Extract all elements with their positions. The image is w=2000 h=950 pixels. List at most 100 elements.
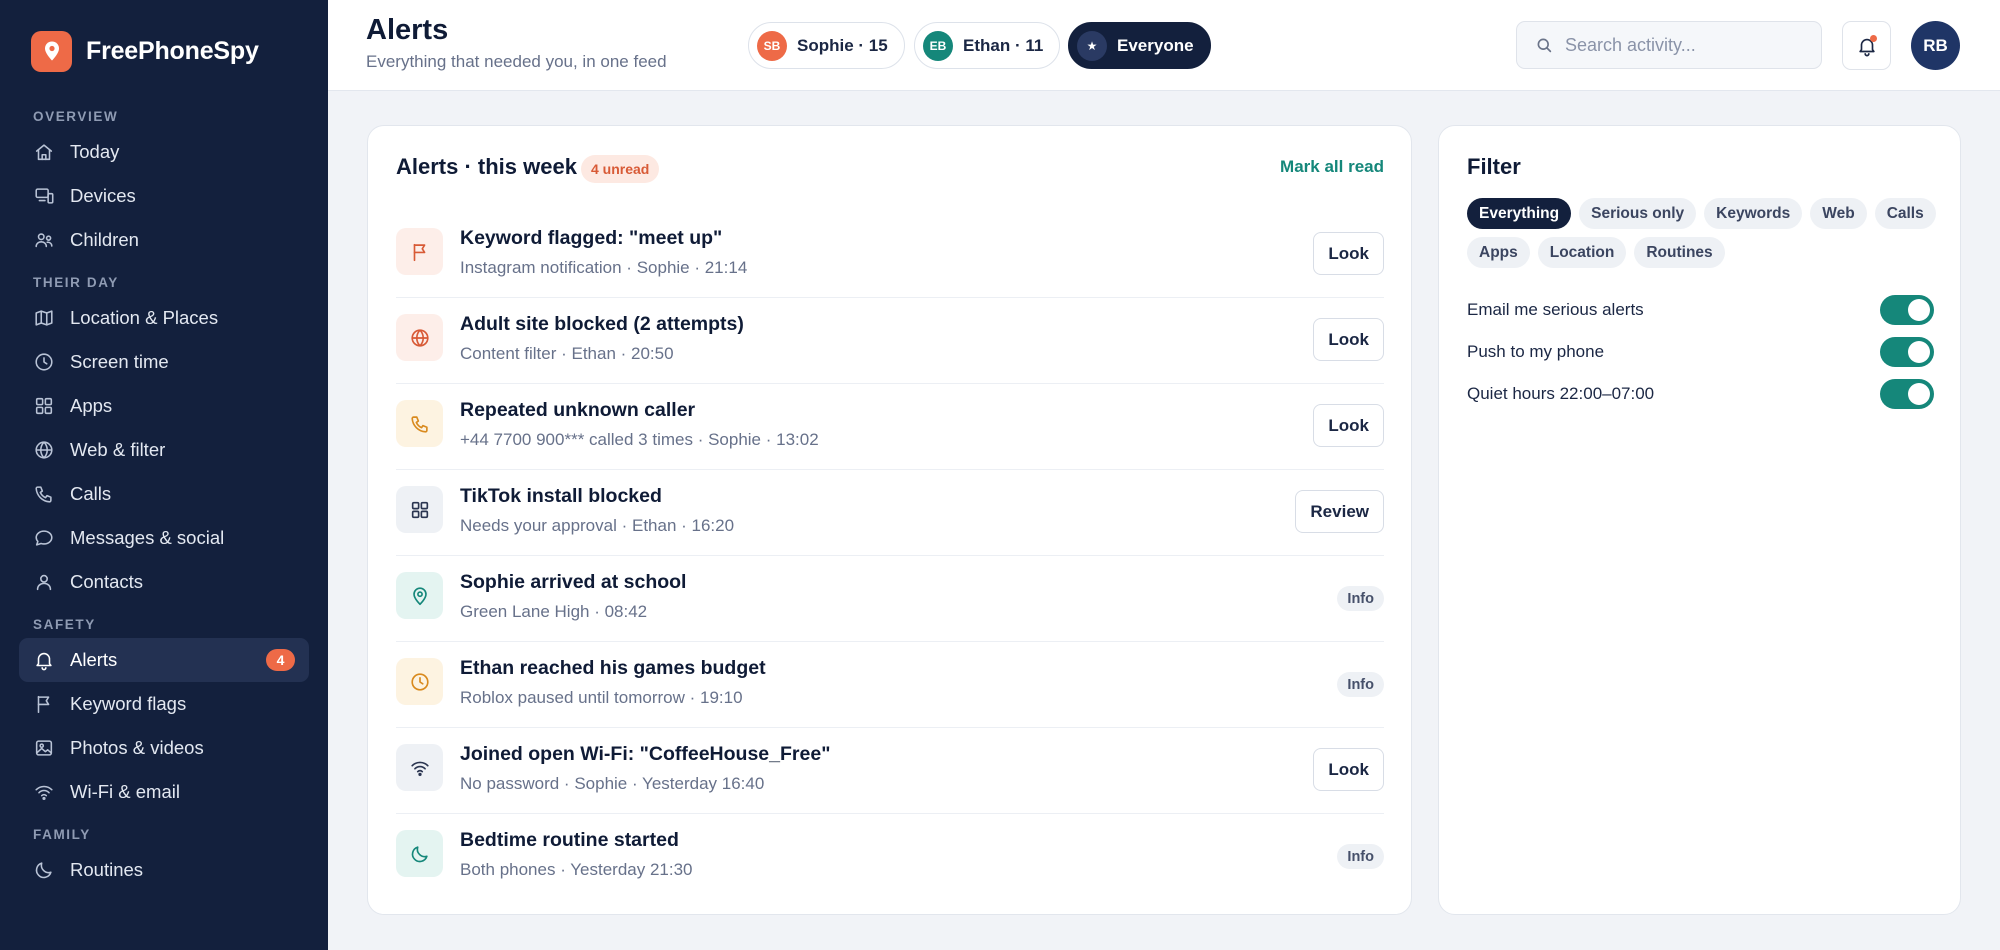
- chat-bubble-icon: [33, 527, 55, 549]
- page-subtitle: Everything that needed you, in one feed: [366, 52, 667, 71]
- wifi-icon: [396, 744, 443, 791]
- sidebar-item-location-places[interactable]: Location & Places: [19, 296, 309, 340]
- search-input[interactable]: [1565, 34, 1805, 56]
- setting-toggle[interactable]: [1880, 379, 1934, 409]
- apps-grid-icon: [396, 486, 443, 533]
- nav-section-title: OVERVIEW: [33, 108, 119, 124]
- alert-row[interactable]: TikTok install blocked Needs your approva…: [396, 470, 1384, 556]
- filter-chip-apps[interactable]: Apps: [1467, 237, 1530, 268]
- alert-row[interactable]: Keyword flagged: "meet up" Instagram noti…: [396, 212, 1384, 298]
- location-pin-icon: [396, 572, 443, 619]
- sidebar-item-web-filter[interactable]: Web & filter: [19, 428, 309, 472]
- alert-row[interactable]: Adult site blocked (2 attempts) Content f…: [396, 298, 1384, 384]
- children-icon: [33, 229, 55, 251]
- scope-label: Sophie · 15: [797, 35, 888, 55]
- map-icon: [33, 307, 55, 329]
- alert-row[interactable]: Joined open Wi-Fi: "CoffeeHouse_Free" No …: [396, 728, 1384, 814]
- top-header: Alerts Everything that needed you, in on…: [328, 0, 2000, 91]
- setting-toggle[interactable]: [1880, 295, 1934, 325]
- sidebar-item-routines[interactable]: Routines: [19, 848, 309, 892]
- sidebar-item-calls[interactable]: Calls: [19, 472, 309, 516]
- alert-title: Sophie arrived at school: [460, 571, 687, 593]
- moon-icon: [396, 830, 443, 877]
- scope-label: Ethan · 11: [963, 35, 1044, 55]
- sidebar-item-label: Screen time: [70, 351, 169, 372]
- filter-chips: Everything Serious only Keywords Web Calls Ap…: [1467, 198, 1957, 268]
- sidebar-item-alerts[interactable]: Alerts 4: [19, 638, 309, 682]
- sidebar-item-label: Web & filter: [70, 439, 166, 460]
- filter-card: Filter Everything Serious only Keywords Web…: [1438, 125, 1961, 915]
- search-icon: [1537, 38, 1552, 53]
- sidebar-item-children[interactable]: Children: [19, 218, 309, 262]
- brand-name: FreePhoneSpy: [86, 36, 259, 65]
- location-pin-icon: [31, 30, 72, 72]
- alert-row[interactable]: Bedtime routine started Both phones · Yes…: [396, 814, 1384, 900]
- sidebar-item-label: Photos & videos: [70, 737, 204, 758]
- apps-grid-icon: [33, 395, 55, 417]
- sidebar-item-label: Messages & social: [70, 527, 225, 548]
- sidebar-item-messages-social[interactable]: Messages & social: [19, 516, 309, 560]
- filter-chip-everything[interactable]: Everything: [1467, 198, 1572, 229]
- alert-title: Ethan reached his games budget: [460, 657, 766, 679]
- search-box[interactable]: [1516, 21, 1822, 69]
- sidebar-item-apps[interactable]: Apps: [19, 384, 309, 428]
- filter-chip-web[interactable]: Web: [1810, 198, 1867, 229]
- filter-chip-location[interactable]: Location: [1537, 237, 1627, 268]
- bell-icon: [33, 649, 55, 671]
- sidebar-item-devices[interactable]: Devices: [19, 174, 309, 218]
- filter-chip-keywords[interactable]: Keywords: [1704, 198, 1803, 229]
- sidebar-item-screen-time[interactable]: Screen time: [19, 340, 309, 384]
- nav-section-title: FAMILY: [33, 826, 91, 842]
- look-button[interactable]: Look: [1313, 404, 1384, 447]
- filter-chip-calls[interactable]: Calls: [1874, 198, 1936, 229]
- filter-title: Filter: [1467, 154, 1521, 179]
- alert-meta: No password · Sophie · Yesterday 16:40: [460, 774, 765, 793]
- alert-meta: Both phones · Yesterday 21:30: [460, 860, 693, 879]
- filter-chip-routines[interactable]: Routines: [1634, 237, 1725, 268]
- nav-section-title: THEIR DAY: [33, 274, 119, 290]
- sidebar-item-today[interactable]: Today: [19, 130, 309, 174]
- filter-chip-serious-only[interactable]: Serious only: [1579, 198, 1697, 229]
- alert-title: Joined open Wi-Fi: "CoffeeHouse_Free": [460, 743, 831, 765]
- scope-ethan[interactable]: EB Ethan · 11: [914, 22, 1061, 69]
- sidebar-item-label: Devices: [70, 185, 136, 206]
- sidebar-item-photos-videos[interactable]: Photos & videos: [19, 726, 309, 770]
- phone-icon: [33, 483, 55, 505]
- sidebar-item-keyword-flags[interactable]: Keyword flags: [19, 682, 309, 726]
- alert-meta: Needs your approval · Ethan · 16:20: [460, 516, 735, 535]
- user-avatar[interactable]: RB: [1911, 21, 1960, 70]
- unread-badge: 4 unread: [581, 155, 660, 183]
- scope-everyone[interactable]: ★ Everyone: [1068, 22, 1211, 69]
- alerts-card: Alerts · this week 4 unread Mark all rea…: [367, 125, 1412, 915]
- sidebar-item-wi-fi-email[interactable]: Wi-Fi & email: [19, 770, 309, 814]
- look-button[interactable]: Look: [1313, 232, 1384, 275]
- look-button[interactable]: Look: [1313, 318, 1384, 361]
- alert-meta: Content filter · Ethan · 20:50: [460, 344, 674, 363]
- moon-icon: [33, 859, 55, 881]
- brand[interactable]: FreePhoneSpy: [0, 0, 328, 102]
- clock-icon: [33, 351, 55, 373]
- sidebar-item-contacts[interactable]: Contacts: [19, 560, 309, 604]
- sidebar-item-label: Today: [70, 141, 120, 162]
- alert-row[interactable]: Ethan reached his games budget Roblox pau…: [396, 642, 1384, 728]
- look-button[interactable]: Look: [1313, 748, 1384, 791]
- alert-row[interactable]: Sophie arrived at school Green Lane High …: [396, 556, 1384, 642]
- alert-meta: +44 7700 900*** called 3 times · Sophie …: [460, 430, 819, 449]
- alert-title: TikTok install blocked: [460, 485, 662, 507]
- alert-row[interactable]: Repeated unknown caller +44 7700 900*** c…: [396, 384, 1384, 470]
- wifi-icon: [33, 781, 55, 803]
- setting-label: Quiet hours 22:00–07:00: [1467, 384, 1655, 403]
- mark-all-read-link[interactable]: Mark all read: [1280, 157, 1384, 177]
- nav-section-title: SAFETY: [33, 616, 96, 632]
- scope-sophie[interactable]: SB Sophie · 15: [748, 22, 905, 69]
- flag-icon: [396, 228, 443, 275]
- alert-title: Adult site blocked (2 attempts): [460, 313, 744, 335]
- info-badge: Info: [1337, 586, 1384, 611]
- setting-toggle[interactable]: [1880, 337, 1934, 367]
- review-button[interactable]: Review: [1295, 490, 1384, 533]
- sidebar-item-label: Children: [70, 229, 139, 250]
- notifications-button[interactable]: [1842, 21, 1891, 70]
- star-icon: ★: [1077, 30, 1107, 61]
- alert-meta: Roblox paused until tomorrow · 19:10: [460, 688, 743, 707]
